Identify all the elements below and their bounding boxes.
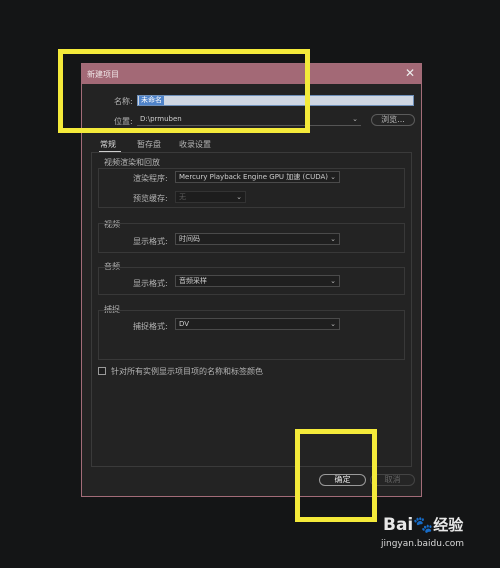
- capture-format-value: DV: [179, 320, 190, 328]
- capture-format-label: 捕捉格式:: [133, 322, 168, 331]
- watermark-brand-text: Bai: [383, 515, 414, 535]
- watermark-url: jingyan.baidu.com: [381, 539, 465, 549]
- browse-button[interactable]: 浏览...: [371, 114, 415, 126]
- renderer-label: 渲染程序:: [133, 174, 168, 183]
- highlight-box-ok-button: [295, 429, 377, 522]
- chevron-down-icon: ⌄: [330, 173, 336, 181]
- preview-cache-value: 无: [179, 193, 186, 201]
- video-display-format-label: 显示格式:: [133, 237, 168, 246]
- chevron-down-icon: ⌄: [330, 320, 336, 328]
- chevron-down-icon: ⌄: [330, 235, 336, 243]
- audio-display-format-label: 显示格式:: [133, 279, 168, 288]
- renderer-value: Mercury Playback Engine GPU 加速 (CUDA): [179, 173, 329, 181]
- highlight-box-name-location: [58, 49, 310, 133]
- chevron-down-icon: ⌄: [236, 193, 242, 201]
- preview-cache-select[interactable]: 无 ⌄: [175, 191, 246, 203]
- paw-icon: 🐾: [413, 515, 434, 534]
- chevron-down-icon: ⌄: [352, 115, 358, 123]
- watermark-brand: Bai🐾经验: [383, 514, 463, 535]
- show-names-labels-label: 针对所有实例显示项目项的名称和标签颜色: [111, 367, 263, 376]
- show-names-labels-checkbox[interactable]: [98, 367, 106, 375]
- audio-display-format-value: 音频采样: [179, 277, 207, 285]
- preview-cache-label: 预览缓存:: [133, 194, 168, 203]
- capture-format-select[interactable]: DV ⌄: [175, 318, 340, 330]
- audio-display-format-select[interactable]: 音频采样 ⌄: [175, 275, 340, 287]
- video-rendering-heading: 视频渲染和回放: [104, 158, 160, 167]
- watermark-brand-suffix: 经验: [433, 516, 464, 534]
- renderer-select[interactable]: Mercury Playback Engine GPU 加速 (CUDA) ⌄: [175, 171, 340, 183]
- close-icon[interactable]: ✕: [405, 66, 415, 80]
- video-display-format-select[interactable]: 时间码 ⌄: [175, 233, 340, 245]
- tab-scratch-disks[interactable]: 暂存盘: [137, 139, 161, 150]
- tab-ingest-settings[interactable]: 收录设置: [179, 139, 211, 150]
- video-display-format-value: 时间码: [179, 235, 200, 243]
- chevron-down-icon: ⌄: [330, 277, 336, 285]
- tab-general[interactable]: 常规: [100, 139, 116, 150]
